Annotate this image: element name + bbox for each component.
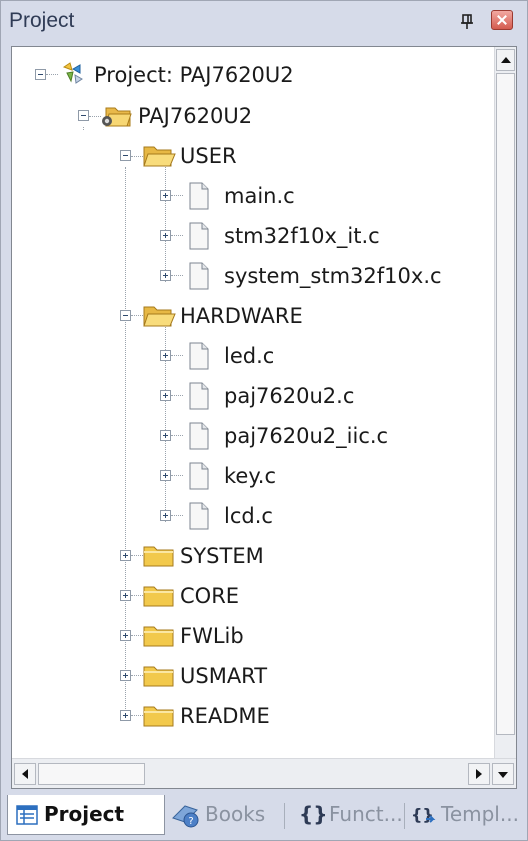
tree-item-label: stm32f10x_it.c <box>224 224 380 248</box>
file-icon <box>189 502 209 530</box>
scroll-down-button[interactable] <box>492 763 514 785</box>
tree-item-target[interactable]: PAJ7620U2 <box>12 100 482 132</box>
tab-label: Templ... <box>441 802 519 826</box>
expand-toggle[interactable] <box>160 350 171 361</box>
file-icon <box>189 342 209 370</box>
project-tab-icon <box>16 805 38 825</box>
collapse-toggle[interactable] <box>35 69 46 80</box>
tab-label: Books <box>205 802 266 826</box>
expand-toggle[interactable] <box>160 430 171 441</box>
expand-toggle[interactable] <box>160 470 171 481</box>
panel-title: Project <box>9 9 75 32</box>
tree-item-label: SYSTEM <box>180 544 264 568</box>
tab-templates[interactable]: {} Templ... <box>409 795 525 835</box>
tree-item-label: system_stm32f10x.c <box>224 264 442 288</box>
tree-item-group-usmart[interactable]: USMART <box>12 660 482 692</box>
tab-label: Funct... <box>329 802 403 826</box>
tree-item-label: FWLib <box>180 624 244 648</box>
close-icon[interactable] <box>491 10 513 30</box>
tree-item-file[interactable]: lcd.c <box>12 500 482 532</box>
expand-toggle[interactable] <box>120 630 131 641</box>
vertical-scroll-thumb[interactable] <box>496 73 515 735</box>
tab-separator <box>284 803 285 829</box>
expand-toggle[interactable] <box>120 550 131 561</box>
tree-item-group-fwlib[interactable]: FWLib <box>12 620 482 652</box>
scroll-left-button[interactable] <box>14 763 36 785</box>
folder-open-icon <box>143 146 176 167</box>
pin-icon[interactable] <box>460 14 474 30</box>
tree-item-label: key.c <box>224 464 276 488</box>
expand-toggle[interactable] <box>160 270 171 281</box>
expand-toggle[interactable] <box>120 710 131 721</box>
vertical-scrollbar[interactable] <box>494 47 516 759</box>
collapse-toggle[interactable] <box>120 150 131 161</box>
tree-item-file[interactable]: main.c <box>12 180 482 212</box>
tab-label: Project <box>44 802 125 826</box>
collapse-toggle[interactable] <box>120 310 131 321</box>
tree-item-label: main.c <box>224 184 295 208</box>
scroll-right-button[interactable] <box>468 763 490 785</box>
tree-item-label: README <box>180 704 270 728</box>
tree-item-file[interactable]: system_stm32f10x.c <box>12 260 482 292</box>
project-panel: Project Project: PAJ7620U2 PAJ7620U2 USE… <box>0 0 528 841</box>
tree-item-file[interactable]: stm32f10x_it.c <box>12 220 482 252</box>
folder-closed-icon <box>143 586 174 607</box>
tree-item-group-core[interactable]: CORE <box>12 580 482 612</box>
tree-item-label: led.c <box>224 344 275 368</box>
tree-item-file[interactable]: led.c <box>12 340 482 372</box>
tree-item-label: CORE <box>180 584 240 608</box>
project-root-icon <box>62 62 83 84</box>
books-tab-icon: ? <box>172 805 199 828</box>
horizontal-scroll-thumb[interactable] <box>38 763 145 785</box>
folder-closed-icon <box>143 626 174 647</box>
expand-toggle[interactable] <box>120 590 131 601</box>
tree-item-file[interactable]: paj7620u2.c <box>12 380 482 412</box>
tree-item-label: USMART <box>180 664 268 688</box>
horizontal-scrollbar[interactable] <box>12 758 516 788</box>
file-icon <box>189 262 209 290</box>
tree-item-group-readme[interactable]: README <box>12 700 482 732</box>
file-icon <box>189 422 209 450</box>
target-folder-icon <box>102 107 132 127</box>
file-icon <box>189 382 209 410</box>
folder-closed-icon <box>143 666 174 687</box>
functions-tab-icon: {} <box>299 802 328 826</box>
tree-item-label: USER <box>180 144 237 168</box>
expand-toggle[interactable] <box>160 390 171 401</box>
tree-item-project-root[interactable]: Project: PAJ7620U2 <box>12 59 482 91</box>
tab-functions[interactable]: {} Funct... <box>291 795 403 835</box>
tree-content: Project: PAJ7620U2 PAJ7620U2 USER main.c… <box>12 47 482 759</box>
expand-toggle[interactable] <box>160 190 171 201</box>
panel-tab-bar: Project ? Books {} Funct... {} Templ... <box>1 793 527 840</box>
expand-toggle[interactable] <box>160 510 171 521</box>
tab-project[interactable]: Project <box>7 795 165 835</box>
tree-item-group-system[interactable]: SYSTEM <box>12 540 482 572</box>
file-icon <box>189 182 209 210</box>
tree-item-label: lcd.c <box>224 504 273 528</box>
file-icon <box>189 222 209 250</box>
svg-text:?: ? <box>188 816 193 827</box>
tab-books[interactable]: ? Books <box>169 795 279 835</box>
folder-closed-icon <box>143 546 174 567</box>
panel-title-bar: Project <box>1 1 527 41</box>
tree-item-file[interactable]: key.c <box>12 460 482 492</box>
tree-item-label: paj7620u2_iic.c <box>224 424 389 448</box>
tab-separator <box>404 803 405 829</box>
folder-open-icon <box>143 306 176 327</box>
tree-item-label: Project: PAJ7620U2 <box>94 63 294 87</box>
templates-tab-icon: {} <box>411 805 436 824</box>
collapse-toggle[interactable] <box>78 110 89 121</box>
tree-item-group-user[interactable]: USER <box>12 140 482 172</box>
tree-item-label: HARDWARE <box>180 304 303 328</box>
folder-closed-icon <box>143 706 174 727</box>
tree-item-group-hardware[interactable]: HARDWARE <box>12 300 482 332</box>
tree-item-label: PAJ7620U2 <box>138 104 253 128</box>
scroll-up-button[interactable] <box>496 49 515 71</box>
file-icon <box>189 462 209 490</box>
tree-item-file[interactable]: paj7620u2_iic.c <box>12 420 482 452</box>
tree-item-label: paj7620u2.c <box>224 384 355 408</box>
expand-toggle[interactable] <box>120 670 131 681</box>
project-tree: Project: PAJ7620U2 PAJ7620U2 USER main.c… <box>11 46 517 789</box>
expand-toggle[interactable] <box>160 230 171 241</box>
